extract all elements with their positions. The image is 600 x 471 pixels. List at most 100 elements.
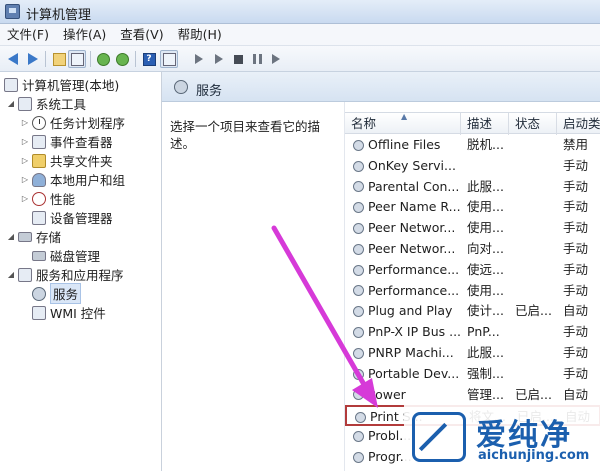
expand-triangle-icon[interactable]: ▷ bbox=[20, 118, 30, 127]
tree-performance[interactable]: ▷ 性能 bbox=[20, 189, 75, 208]
menu-view[interactable]: 查看(V) bbox=[113, 24, 170, 45]
service-status bbox=[515, 322, 561, 343]
menu-file[interactable]: 文件(F) bbox=[0, 24, 56, 45]
stop-service-button[interactable] bbox=[229, 50, 247, 68]
watermark-en: aichunjing.com bbox=[478, 448, 590, 463]
service-gear-icon bbox=[353, 243, 364, 255]
tree-services[interactable]: 服务 bbox=[32, 283, 82, 304]
properties-button[interactable] bbox=[160, 50, 178, 68]
show-hide-tree-button[interactable] bbox=[68, 50, 86, 68]
service-status bbox=[515, 135, 561, 156]
help-icon: ? bbox=[142, 52, 156, 66]
table-row[interactable]: Peer Networ... 使用... 手动 bbox=[345, 218, 600, 239]
table-row[interactable]: Power 管理... 已启... 自动 bbox=[345, 385, 600, 406]
service-startup-type: 手动 bbox=[563, 324, 589, 340]
expand-triangle-icon[interactable]: ▷ bbox=[20, 137, 30, 146]
start-service-button[interactable] bbox=[190, 50, 208, 68]
resume-service-button[interactable] bbox=[210, 50, 228, 68]
service-description: 使用... bbox=[467, 220, 504, 236]
performance-icon bbox=[32, 191, 46, 206]
tree-local-users[interactable]: ▷ 本地用户和组 bbox=[20, 170, 125, 189]
service-status bbox=[515, 260, 561, 281]
device-manager-icon bbox=[32, 210, 46, 225]
tree-shared-folders[interactable]: ▷ 共享文件夹 bbox=[20, 151, 113, 170]
tree-wmi-control[interactable]: WMI 控件 bbox=[32, 303, 106, 322]
toolbar-separator bbox=[45, 51, 46, 67]
help-button[interactable]: ? bbox=[140, 50, 158, 68]
services-gear-icon bbox=[32, 286, 46, 301]
service-gear-icon bbox=[353, 139, 364, 151]
toolbar: ? bbox=[0, 46, 600, 72]
tree-disk-management[interactable]: 磁盘管理 bbox=[32, 246, 100, 265]
table-row[interactable]: Peer Networ... 向对... 手动 bbox=[345, 239, 600, 260]
service-description: 使远... bbox=[467, 261, 504, 277]
forward-button[interactable] bbox=[24, 50, 42, 68]
table-row[interactable]: Offline Files 脱机... 禁用 bbox=[345, 135, 600, 156]
services-apps-icon bbox=[18, 267, 32, 282]
service-gear-icon bbox=[353, 160, 364, 172]
service-description: 此服... bbox=[467, 178, 504, 194]
service-startup-type: 手动 bbox=[563, 282, 589, 298]
header-title: 服务 bbox=[196, 84, 223, 99]
up-level-button[interactable] bbox=[50, 50, 68, 68]
service-name: OnKey Servi... bbox=[353, 156, 465, 177]
service-startup-type: 手动 bbox=[563, 178, 589, 194]
service-status bbox=[515, 343, 561, 364]
collapse-triangle-icon[interactable]: ◢ bbox=[6, 232, 16, 241]
expand-triangle-icon[interactable]: ▷ bbox=[20, 156, 30, 165]
service-status: 已启... bbox=[515, 303, 552, 319]
column-description[interactable]: 描述 bbox=[461, 113, 509, 135]
export-icon bbox=[115, 52, 129, 66]
service-gear-icon bbox=[353, 285, 364, 297]
menu-help[interactable]: 帮助(H) bbox=[171, 24, 229, 45]
table-row[interactable]: OnKey Servi... 手动 bbox=[345, 156, 600, 177]
service-gear-icon bbox=[353, 264, 364, 276]
table-row[interactable]: Peer Name R... 使用... 手动 bbox=[345, 197, 600, 218]
menu-action[interactable]: 操作(A) bbox=[56, 24, 113, 45]
menu-bar: 文件(F) 操作(A) 查看(V) 帮助(H) bbox=[0, 24, 600, 46]
table-row[interactable]: Performance... 使远... 手动 bbox=[345, 260, 600, 281]
properties-icon bbox=[162, 52, 176, 66]
service-startup-type: 自动 bbox=[563, 303, 589, 319]
service-gear-icon bbox=[353, 202, 364, 214]
refresh-button[interactable] bbox=[94, 50, 112, 68]
service-status bbox=[515, 239, 561, 260]
table-row[interactable]: PnP-X IP Bus ... PnP... 手动 bbox=[345, 322, 600, 343]
service-name: Offline Files bbox=[353, 135, 465, 156]
collapse-triangle-icon[interactable]: ◢ bbox=[6, 99, 16, 108]
pause-icon bbox=[252, 54, 262, 64]
collapse-triangle-icon[interactable]: ◢ bbox=[6, 270, 16, 279]
tree-system-tools[interactable]: ◢ 系统工具 bbox=[6, 94, 86, 113]
pause-service-button[interactable] bbox=[248, 50, 266, 68]
tree-event-viewer[interactable]: ▷ 事件查看器 bbox=[20, 132, 113, 151]
table-row[interactable]: Plug and Play 使计... 已启... 自动 bbox=[345, 301, 600, 322]
toolbar-separator bbox=[90, 51, 91, 67]
tree-root[interactable]: 计算机管理(本地) bbox=[4, 75, 119, 94]
tree-storage[interactable]: ◢ 存储 bbox=[6, 227, 61, 246]
service-startup-type: 手动 bbox=[563, 261, 589, 277]
table-row[interactable]: PNRP Machi... 此服... 手动 bbox=[345, 343, 600, 364]
tree-task-scheduler[interactable]: ▷ 任务计划程序 bbox=[20, 113, 125, 132]
service-status bbox=[515, 218, 561, 239]
column-name[interactable]: 名称 ▲ bbox=[345, 113, 461, 135]
expand-triangle-icon[interactable]: ▷ bbox=[20, 175, 30, 184]
refresh-icon bbox=[96, 52, 110, 66]
expand-triangle-icon[interactable]: ▷ bbox=[20, 194, 30, 203]
service-description: 向对... bbox=[467, 241, 504, 256]
table-row[interactable]: Portable Dev... 强制... 手动 bbox=[345, 364, 600, 385]
storage-icon bbox=[18, 231, 32, 242]
back-button[interactable] bbox=[4, 50, 22, 68]
users-icon bbox=[32, 172, 46, 187]
tree-device-manager[interactable]: 设备管理器 bbox=[32, 208, 113, 227]
table-row[interactable]: Parental Con... 此服... 手动 bbox=[345, 177, 600, 198]
column-status[interactable]: 状态 bbox=[509, 113, 557, 135]
column-startup-type[interactable]: 启动类 bbox=[557, 113, 600, 135]
service-name: Performance... bbox=[353, 260, 465, 281]
service-description: PnP... bbox=[467, 324, 500, 340]
export-list-button[interactable] bbox=[113, 50, 131, 68]
restart-service-button[interactable] bbox=[267, 50, 285, 68]
watermark: 爱纯净 aichunjing.com bbox=[404, 404, 600, 471]
table-row[interactable]: Performance... 使用... 手动 bbox=[345, 281, 600, 302]
service-status bbox=[515, 364, 561, 385]
tree-services-apps[interactable]: ◢ 服务和应用程序 bbox=[6, 265, 124, 284]
